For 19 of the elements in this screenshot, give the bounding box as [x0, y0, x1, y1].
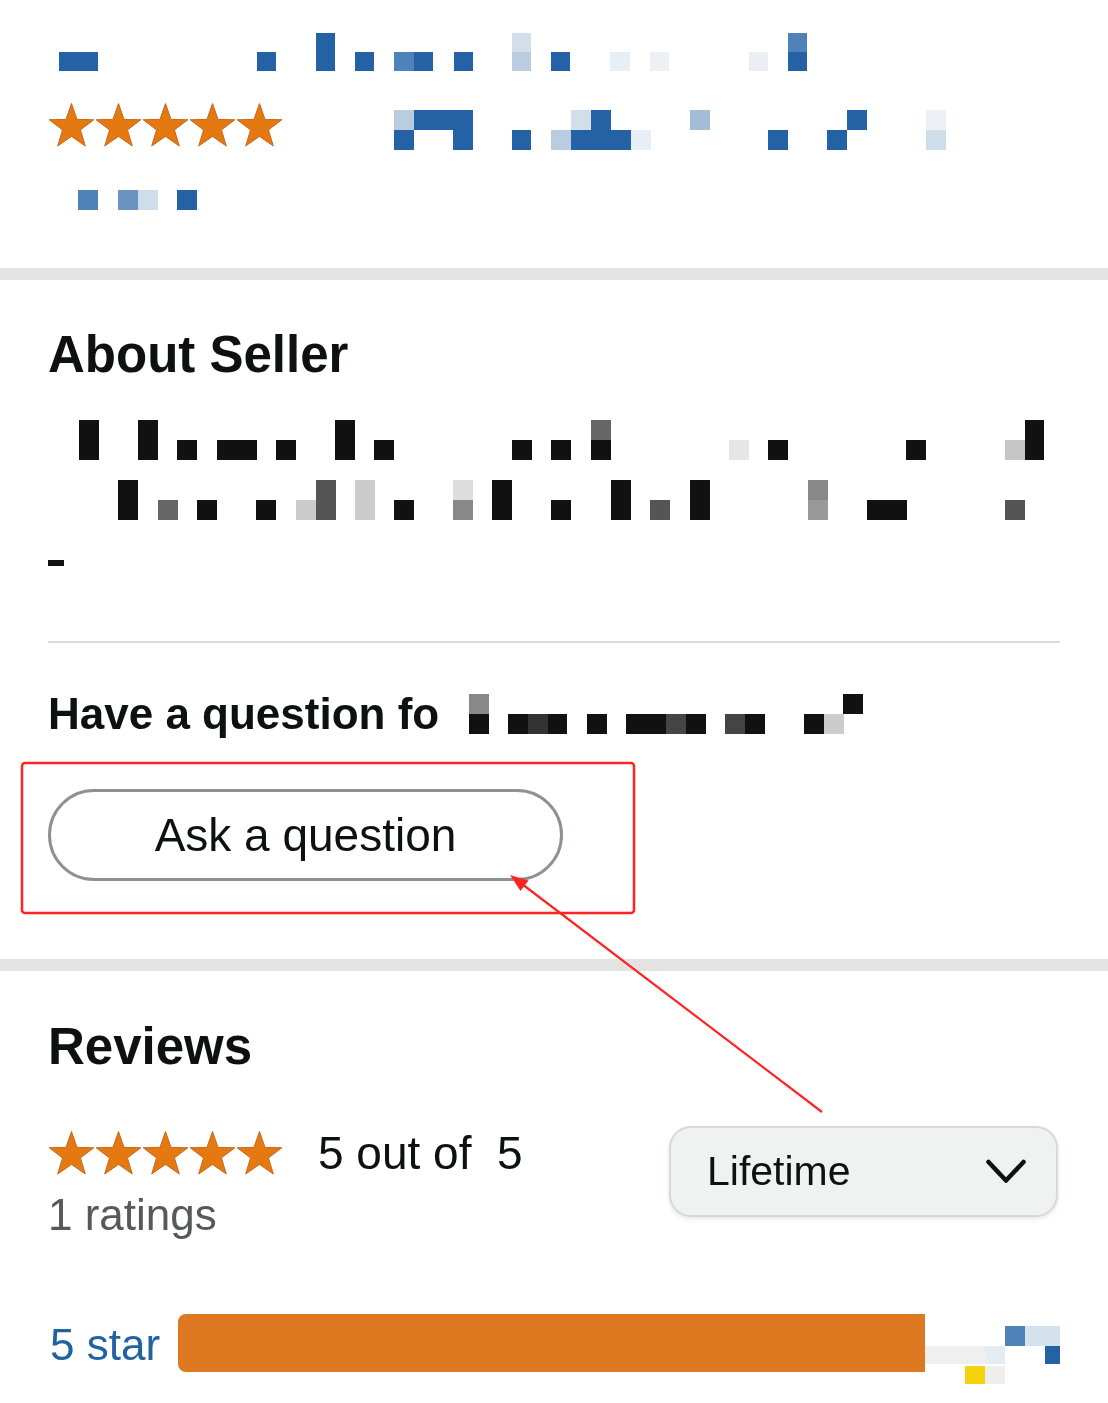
ratings-count: 1 ratings	[48, 1190, 217, 1240]
section-heading: Reviews	[48, 1017, 254, 1077]
period-dropdown[interactable]: Lifetime	[669, 1126, 1058, 1217]
average-rating-text: 5 out of 5	[318, 1128, 523, 1178]
chevron-down-icon	[986, 1158, 1026, 1185]
star-filter-link[interactable]: 5 star	[50, 1320, 161, 1370]
star-icon	[236, 1131, 283, 1175]
ask-question-button[interactable]: Ask a question	[48, 789, 563, 881]
star-icon	[236, 103, 283, 147]
star-icon	[142, 1131, 189, 1175]
star-icon	[48, 103, 95, 147]
star-icon	[142, 103, 189, 147]
question-prompt: Have a question fo	[48, 689, 440, 739]
star-icon	[48, 1131, 95, 1175]
star-icon	[189, 1131, 236, 1175]
star-icon	[95, 103, 142, 147]
star-icon	[189, 103, 236, 147]
section-heading: About Seller	[48, 325, 350, 385]
star-icon	[95, 1131, 142, 1175]
